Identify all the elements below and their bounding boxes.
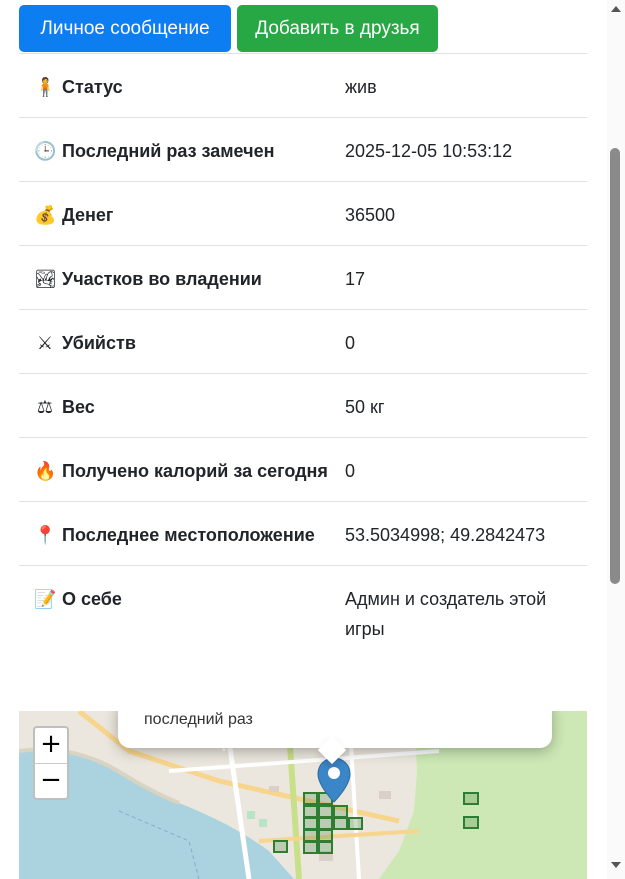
zoom-control: + − xyxy=(33,726,69,800)
row-label: Последнее местоположение xyxy=(62,525,315,545)
scroll-up-icon[interactable] xyxy=(611,6,621,12)
row-label: Получено калорий за сегодня xyxy=(62,461,328,481)
crossed-swords-icon: ⚔ xyxy=(36,333,54,354)
zoom-in-button[interactable]: + xyxy=(35,728,67,764)
row-label: Денег xyxy=(62,205,114,225)
person-icon: 🧍 xyxy=(34,77,57,98)
table-row: 🕒 Последний раз замечен 2025-12-05 10:53:… xyxy=(19,117,587,182)
page-scrollbar[interactable] xyxy=(607,0,625,879)
table-row: 🔥 Получено калорий за сегодня 0 xyxy=(19,437,587,502)
popup-text: последний раз xyxy=(144,711,253,728)
profile-info-table: 🧍 Статус жив 🕒 Последний раз замечен 2025-… xyxy=(19,53,587,658)
row-value: 0 xyxy=(345,309,587,374)
row-value: жив xyxy=(345,53,587,118)
scales-icon: ⚖ xyxy=(36,397,54,418)
row-value: 53.5034998; 49.2842473 xyxy=(345,501,587,566)
table-row: 📝 О себе Админ и создатель этой игры xyxy=(19,565,587,658)
row-label: Последний раз замечен xyxy=(62,141,275,161)
table-row: 💰 Денег 36500 xyxy=(19,181,587,246)
fire-icon: 🔥 xyxy=(34,461,57,482)
row-value: 36500 xyxy=(345,181,587,246)
row-label: О себе xyxy=(62,589,122,609)
table-row: 📍 Последнее местоположение 53.5034998; 49… xyxy=(19,501,587,566)
map-marker-icon[interactable] xyxy=(317,757,351,803)
private-message-button[interactable]: Личное сообщение xyxy=(19,5,231,52)
row-value: 17 xyxy=(345,245,587,310)
location-map[interactable]: + − последний раз xyxy=(19,711,587,879)
row-value: 50 кг xyxy=(345,373,587,438)
table-row: 🏞 Участков во владении 17 xyxy=(19,245,587,310)
row-label: Участков во владении xyxy=(62,269,262,289)
row-label: Вес xyxy=(62,397,95,417)
row-value: 2025-12-05 10:53:12 xyxy=(345,117,587,182)
table-row: 🧍 Статус жив xyxy=(19,53,587,118)
clock-icon: 🕒 xyxy=(34,141,57,162)
scroll-down-icon[interactable] xyxy=(611,862,621,868)
zoom-out-button[interactable]: − xyxy=(35,764,67,799)
row-value: 0 xyxy=(345,437,587,502)
landscape-icon: 🏞 xyxy=(34,269,57,290)
marker-popup: последний раз xyxy=(118,711,552,765)
memo-icon: 📝 xyxy=(34,589,57,610)
row-label: Убийств xyxy=(62,333,136,353)
table-row: ⚖ Вес 50 кг xyxy=(19,373,587,438)
money-bag-icon: 💰 xyxy=(34,205,57,226)
scrollbar-thumb[interactable] xyxy=(610,148,620,584)
pushpin-icon: 📍 xyxy=(34,525,57,546)
table-row: ⚔ Убийств 0 xyxy=(19,309,587,374)
add-friend-button[interactable]: Добавить в друзья xyxy=(237,5,438,52)
row-label: Статус xyxy=(62,77,123,97)
row-value: Админ и создатель этой игры xyxy=(345,565,587,658)
